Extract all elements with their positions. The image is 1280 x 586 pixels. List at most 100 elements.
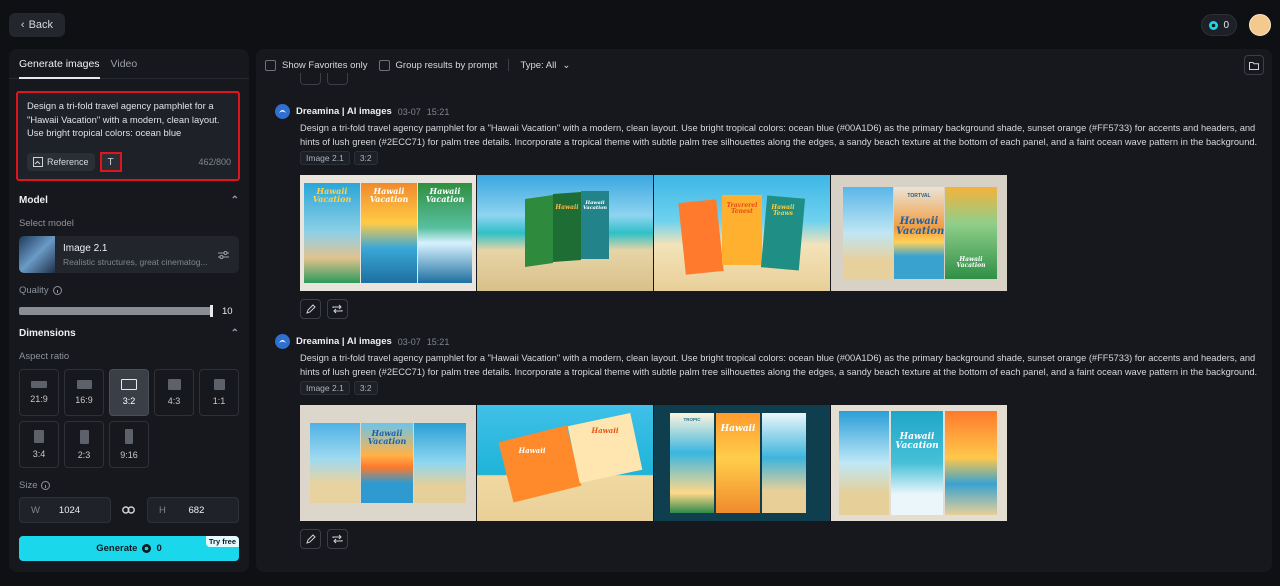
avatar[interactable] xyxy=(1249,14,1271,36)
image-text: Hawaii xyxy=(720,424,756,435)
result-image[interactable]: Hawaii Vacation xyxy=(300,405,476,522)
select-model-label: Select model xyxy=(19,218,74,229)
result-image[interactable]: TORTVAL Hawaii Vacation Hawaii Vacation xyxy=(831,175,1007,292)
result-prompt[interactable]: Design a tri-fold travel agency pamphlet… xyxy=(300,352,1260,379)
ratio-label: 3:2 xyxy=(122,396,136,406)
panel xyxy=(891,411,943,516)
settings-sliders-icon[interactable] xyxy=(218,250,229,260)
edit-button[interactable] xyxy=(300,73,321,85)
image-text: Hawaii Vacation xyxy=(896,216,945,238)
image-text: Hawaii Vacation xyxy=(895,432,939,452)
height-value[interactable]: 682 xyxy=(189,505,205,516)
regenerate-button[interactable] xyxy=(327,529,348,550)
image-text: Hawaii Vacation xyxy=(369,186,409,205)
credits-badge[interactable]: 0 xyxy=(1201,14,1237,36)
char-count: 462/800 xyxy=(198,157,231,167)
image-text: Hawaii Vacation xyxy=(956,256,986,270)
aspect-9-16[interactable]: 9:16 xyxy=(109,421,149,468)
panel xyxy=(678,199,724,276)
result-prompt[interactable]: Design a tri-fold travel agency pamphlet… xyxy=(300,122,1260,149)
result-time: 15:21 xyxy=(426,106,450,117)
reference-button[interactable]: Reference xyxy=(27,153,95,171)
dimensions-section-header[interactable]: Dimensions ⌃ xyxy=(19,328,239,339)
credit-coin-icon xyxy=(142,544,152,553)
text-style-button[interactable]: T xyxy=(99,152,122,172)
panel xyxy=(553,192,581,263)
quality-slider[interactable] xyxy=(19,305,213,317)
ratio-tag: 3:2 xyxy=(353,151,378,166)
width-value[interactable]: 1024 xyxy=(59,505,80,516)
checkbox-box[interactable] xyxy=(378,59,390,71)
tab-video[interactable]: Video xyxy=(111,49,138,79)
group-checkbox[interactable]: Group results by prompt xyxy=(378,59,498,71)
aspect-3-4[interactable]: 3:4 xyxy=(19,421,59,468)
quality-slider-handle[interactable] xyxy=(210,305,213,317)
regenerate-button[interactable] xyxy=(327,73,348,85)
generate-label: Generate xyxy=(96,543,138,554)
edit-button[interactable] xyxy=(300,299,321,320)
result-image[interactable]: Hawaii Hawaii xyxy=(477,405,653,522)
aspect-1-1[interactable]: 1:1 xyxy=(199,369,239,416)
credits-count: 0 xyxy=(1223,19,1229,31)
result-image[interactable]: Travrerel Tenest Hawaii Teaws xyxy=(654,175,830,292)
group-label: Group results by prompt xyxy=(395,59,498,71)
folder-button[interactable] xyxy=(1244,55,1264,75)
ratio-tag: 3:2 xyxy=(353,381,378,396)
panel xyxy=(843,187,893,280)
toolbar-divider xyxy=(508,59,510,71)
width-field[interactable]: W 1024 xyxy=(19,497,111,523)
tab-generate-images[interactable]: Generate images xyxy=(19,49,100,79)
ratio-label: 9:16 xyxy=(120,450,138,460)
model-selector[interactable]: Image 2.1 Realistic structures, great ci… xyxy=(19,236,239,273)
generate-button[interactable]: Generate 0 Try free xyxy=(19,536,239,561)
results-panel: Show Favorites only Group results by pro… xyxy=(256,49,1272,572)
pencil-icon xyxy=(305,304,316,315)
aspect-2-3[interactable]: 2:3 xyxy=(64,421,104,468)
checkbox-box[interactable] xyxy=(265,59,276,71)
result-group: Dreamina | AI images 03-07 15:21 Design … xyxy=(275,334,1265,550)
height-field[interactable]: H 682 xyxy=(147,497,239,523)
result-image[interactable]: Hawaii Vacation Hawaii Vacation Hawaii V… xyxy=(300,175,476,292)
model-section-header[interactable]: Model ⌃ xyxy=(19,195,239,206)
image-text: TROPIC xyxy=(683,417,701,423)
image-reference-icon xyxy=(33,157,43,167)
model-tag: Image 2.1 xyxy=(300,381,350,396)
edit-button[interactable] xyxy=(300,529,321,550)
model-description: Realistic structures, great cinematog... xyxy=(63,256,208,267)
panel xyxy=(310,423,360,504)
result-group: Dreamina | AI images 03-07 15:21 Design … xyxy=(275,104,1265,320)
image-text: Hawaii Vacation xyxy=(582,200,608,212)
result-image[interactable]: TROPIC Hawaii xyxy=(654,405,830,522)
back-label: Back xyxy=(28,19,54,31)
image-text: Travrerel Tenest xyxy=(726,202,758,216)
repeat-icon xyxy=(332,535,343,544)
back-button[interactable]: ‹ Back xyxy=(9,13,65,37)
aspect-4-3[interactable]: 4:3 xyxy=(154,369,194,416)
image-text: Hawaii xyxy=(518,446,546,456)
panel xyxy=(567,413,643,484)
try-free-badge: Try free xyxy=(205,536,239,547)
favorites-checkbox[interactable]: Show Favorites only xyxy=(265,59,368,71)
prompt-input[interactable]: Design a tri-fold travel agency pamphlet… xyxy=(27,99,229,143)
prompt-box[interactable]: Design a tri-fold travel agency pamphlet… xyxy=(16,91,240,181)
link-icon[interactable] xyxy=(122,504,135,516)
type-filter-dropdown[interactable]: Type: All ⌄ xyxy=(520,60,570,71)
aspect-21-9[interactable]: 21:9 xyxy=(19,369,59,416)
ratio-1-1-icon xyxy=(213,379,225,390)
ratio-3-2-icon xyxy=(121,379,137,390)
aspect-3-2[interactable]: 3:2 xyxy=(109,369,149,416)
quality-label-row: Quality xyxy=(19,285,62,296)
image-text: Hawaii xyxy=(591,426,619,436)
ratio-16-9-icon xyxy=(76,380,92,389)
pencil-icon xyxy=(305,534,316,545)
ratio-21-9-icon xyxy=(31,381,47,388)
folder-icon xyxy=(1249,61,1259,70)
result-image[interactable]: Hawaii Hawaii Vacation xyxy=(477,175,653,292)
model-name: Image 2.1 xyxy=(63,242,108,254)
result-image[interactable]: Hawaii Vacation xyxy=(831,405,1007,522)
regenerate-button[interactable] xyxy=(327,299,348,320)
image-text: Hawaii Teaws xyxy=(771,204,795,218)
previous-actions xyxy=(300,73,348,85)
ratio-4-3-icon xyxy=(167,379,181,390)
aspect-16-9[interactable]: 16:9 xyxy=(64,369,104,416)
